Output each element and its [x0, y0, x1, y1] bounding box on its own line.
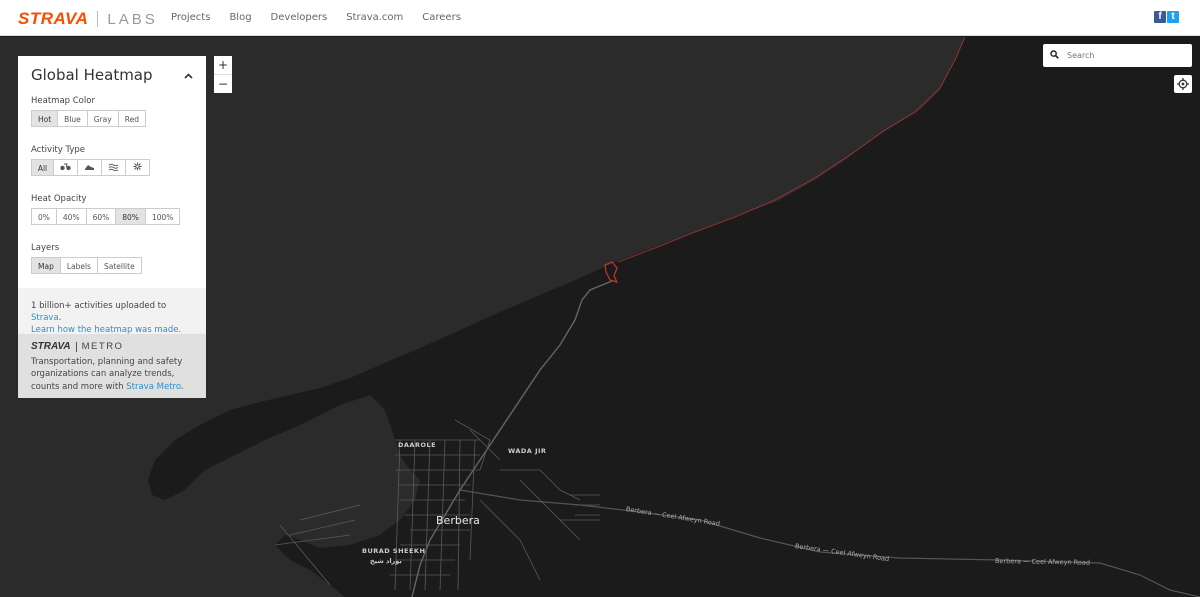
strava-metro-link[interactable]: Strava Metro — [126, 382, 181, 392]
winter-icon — [133, 162, 142, 171]
metro-logo-divider — [75, 342, 77, 353]
heatmap-color-label: Heatmap Color — [31, 96, 95, 106]
zoom-in-button[interactable]: + — [214, 56, 232, 75]
map-label-berbera: Berbera — [436, 514, 480, 527]
main-nav: Projects Blog Developers Strava.com Care… — [171, 12, 480, 23]
opacity-100-button[interactable]: 100% — [145, 208, 181, 225]
search-input[interactable] — [1065, 50, 1184, 61]
strava-link[interactable]: Strava — [31, 313, 59, 323]
search-box — [1043, 44, 1192, 67]
opacity-40-button[interactable]: 40% — [56, 208, 87, 225]
color-red-button[interactable]: Red — [118, 110, 146, 127]
search-icon — [1043, 50, 1065, 61]
heatmap-color-group: Hot Blue Gray Red — [31, 110, 194, 127]
panel-header: Global Heatmap — [31, 66, 194, 84]
opacity-0-button[interactable]: 0% — [31, 208, 57, 225]
nav-blog[interactable]: Blog — [229, 12, 251, 23]
ride-icon — [60, 163, 71, 171]
footer-period: . — [58, 313, 62, 323]
top-navbar: STRAVA LABS Projects Blog Developers Str… — [0, 0, 1200, 36]
opacity-60-button[interactable]: 60% — [86, 208, 117, 225]
metro-logo-word: METRO — [81, 341, 124, 352]
color-hot-button[interactable]: Hot — [31, 110, 59, 127]
strava-labs-logo[interactable]: STRAVA LABS — [18, 9, 158, 29]
twitter-icon[interactable]: t — [1167, 11, 1179, 23]
metro-logo-strava: STRAVA — [31, 341, 71, 352]
activity-type-label: Activity Type — [31, 145, 86, 155]
activity-ride-button[interactable] — [54, 159, 78, 176]
map-label-burad-arabic: بوراد شيخ — [370, 557, 402, 565]
heat-opacity-label: Heat Opacity — [31, 194, 87, 204]
zoom-out-button[interactable]: − — [214, 75, 232, 93]
nav-careers[interactable]: Careers — [422, 12, 461, 23]
layer-labels-button[interactable]: Labels — [60, 257, 98, 274]
locate-button[interactable] — [1174, 75, 1192, 93]
heat-opacity-group: 0% 40% 60% 80% 100% — [31, 208, 194, 225]
layers-label: Layers — [31, 243, 60, 253]
activity-all-button[interactable]: All — [31, 159, 54, 176]
activity-run-button[interactable] — [78, 159, 102, 176]
run-icon — [85, 165, 94, 170]
map-label-burad-sheekh: BURAD SHEEKH — [362, 547, 426, 555]
metro-period: . — [180, 381, 184, 392]
logo-strava-text: STRAVA — [18, 9, 89, 28]
nav-projects[interactable]: Projects — [171, 12, 210, 23]
social-links: f t — [1154, 11, 1179, 23]
opacity-80-button[interactable]: 80% — [116, 208, 146, 225]
color-blue-button[interactable]: Blue — [58, 110, 88, 127]
nav-developers[interactable]: Developers — [271, 12, 328, 23]
nav-strava-com[interactable]: Strava.com — [346, 12, 403, 23]
footer-text: 1 billion+ activities uploaded to — [31, 301, 167, 311]
chevron-up-icon[interactable] — [184, 68, 193, 82]
strava-metro-logo: STRAVA METRO — [31, 341, 193, 354]
activity-type-group: All — [31, 159, 194, 176]
layers-group: Map Labels Satellite — [31, 257, 194, 274]
layer-map-button[interactable]: Map — [31, 257, 61, 274]
activity-winter-button[interactable] — [126, 159, 150, 176]
logo-labs-text: LABS — [107, 10, 158, 28]
activity-water-button[interactable] — [102, 159, 126, 176]
crosshair-icon — [1177, 78, 1189, 90]
water-icon — [108, 163, 119, 172]
panel-title: Global Heatmap — [31, 66, 153, 84]
map-label-daarole: DAAROLE — [398, 441, 437, 449]
logo-divider — [97, 11, 99, 27]
zoom-control: + − — [214, 56, 232, 93]
road-label-3: Berbera — Ceel Afweyn Road — [994, 557, 1091, 567]
color-gray-button[interactable]: Gray — [87, 110, 119, 127]
map-label-wada-jir: WADA JIR — [508, 447, 547, 455]
strava-metro-box: STRAVA METRO Transportation, planning an… — [18, 334, 206, 398]
layer-satellite-button[interactable]: Satellite — [97, 257, 142, 274]
facebook-icon[interactable]: f — [1154, 11, 1166, 23]
heatmap-panel: Global Heatmap Heatmap Color Hot Blue Gr… — [18, 56, 206, 348]
